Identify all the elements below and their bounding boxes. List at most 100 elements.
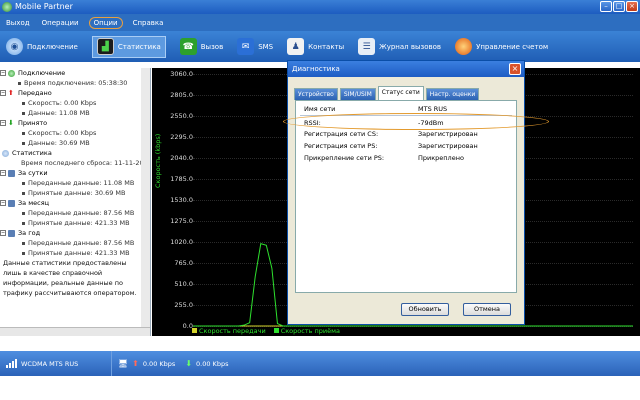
menu-options[interactable]: Опции bbox=[88, 16, 123, 29]
network-status: WCDMA MTS RUS bbox=[0, 351, 112, 376]
row-rssi: RSSI: -79dBm bbox=[304, 119, 444, 127]
refresh-button[interactable]: Обновить bbox=[401, 303, 449, 316]
window-title: Mobile Partner bbox=[15, 2, 73, 11]
menu-exit[interactable]: Выход bbox=[4, 18, 32, 28]
collapse-icon[interactable]: − bbox=[0, 200, 6, 206]
bullet-icon bbox=[22, 251, 25, 255]
network-status-pane: Имя сети MTS RUS RSSI: -79dBm Регистрация … bbox=[295, 100, 517, 293]
tree-statistics[interactable]: Статистика bbox=[0, 148, 150, 158]
toolbar-account-label: Управление счетом bbox=[476, 42, 549, 51]
network-name: WCDMA MTS RUS bbox=[21, 359, 79, 368]
tree-day-recv: Принятые данные: 30.69 MB bbox=[0, 188, 150, 198]
tree-received[interactable]: − ⬇ Принято bbox=[0, 118, 150, 128]
spacer bbox=[0, 376, 640, 400]
toolbar: ◉ Подключение ▟ Статистика ☎ Вызов ✉ SMS… bbox=[0, 31, 640, 62]
bullet-icon bbox=[22, 101, 25, 105]
disclaimer-line: информации, реальные данные по bbox=[3, 279, 123, 287]
tab-device[interactable]: Устройство bbox=[294, 88, 338, 100]
sms-icon: ✉ bbox=[237, 38, 255, 55]
toolbar-account[interactable]: Управление счетом bbox=[455, 36, 548, 58]
diagnostics-dialog: Диагностика × Устройство SIM/USIM Статус… bbox=[287, 60, 525, 325]
bullet-icon bbox=[22, 221, 25, 225]
toolbar-connection[interactable]: ◉ Подключение bbox=[6, 36, 78, 58]
menu-help[interactable]: Справка bbox=[131, 18, 166, 28]
tree-recv-speed: Скорость: 0.00 Kbps bbox=[0, 128, 150, 138]
download-arrow-icon: ⬇ bbox=[8, 118, 14, 127]
app-window: Mobile Partner – □ × Выход Операции Опци… bbox=[0, 0, 640, 345]
collapse-icon[interactable]: − bbox=[0, 70, 6, 76]
toolbar-contacts-label: Контакты bbox=[308, 42, 345, 51]
folder-icon bbox=[8, 169, 15, 177]
bullet-icon bbox=[22, 131, 25, 135]
download-arrow-icon: ⬇ bbox=[185, 359, 193, 368]
close-icon[interactable]: × bbox=[509, 63, 521, 75]
title-bar: Mobile Partner – □ × bbox=[0, 0, 640, 14]
phone-icon: ☎ bbox=[179, 38, 197, 55]
window-controls: – □ × bbox=[600, 1, 638, 12]
computer-icon: 🖥 bbox=[118, 359, 129, 368]
app-icon bbox=[2, 2, 12, 12]
bullet-icon bbox=[22, 181, 25, 185]
row-ps-registration: Регистрация сети PS: Зарегистрирован bbox=[304, 142, 478, 150]
maximize-icon[interactable]: □ bbox=[613, 1, 625, 12]
toolbar-statistics[interactable]: ▟ Статистика bbox=[91, 35, 166, 58]
connection-icon bbox=[8, 69, 15, 77]
collapse-icon[interactable]: − bbox=[0, 170, 6, 176]
upload-speed: 0.00 Kbps bbox=[142, 359, 176, 368]
collapse-icon[interactable]: − bbox=[0, 120, 6, 126]
bullet-icon bbox=[22, 141, 25, 145]
tree-sent[interactable]: − ⬆ Передано bbox=[0, 88, 150, 98]
chart-legend: Скорость передачи Скорость приёма bbox=[192, 327, 340, 335]
tree-month[interactable]: − За месяц bbox=[0, 198, 150, 208]
dialog-title: Диагностика bbox=[292, 65, 340, 73]
row-cs-registration: Регистрация сети CS: Зарегистрирован bbox=[304, 130, 478, 138]
globe-icon: ◉ bbox=[6, 38, 23, 55]
signal-strength-icon bbox=[6, 359, 17, 368]
toolbar-contacts[interactable]: ♟ Контакты bbox=[287, 36, 344, 58]
statistics-disclaimer: Данные статистики предоставлены лишь в к… bbox=[0, 258, 150, 298]
close-icon[interactable]: × bbox=[626, 1, 638, 12]
disclaimer-line: Данные статистики предоставлены bbox=[3, 259, 127, 267]
legend-swatch bbox=[273, 328, 279, 333]
toolbar-call[interactable]: ☎ Вызов bbox=[179, 36, 224, 58]
call-log-icon: ☰ bbox=[358, 38, 376, 55]
upload-arrow-icon: ⬆ bbox=[132, 359, 139, 368]
toolbar-sms-label: SMS bbox=[258, 42, 274, 51]
collapse-icon[interactable]: − bbox=[0, 90, 6, 96]
contacts-icon: ♟ bbox=[287, 38, 305, 55]
cancel-button[interactable]: Отмена bbox=[463, 303, 511, 316]
tree-day-sent: Переданные данные: 11.08 MB bbox=[0, 178, 150, 188]
bullet-icon bbox=[18, 81, 21, 85]
toolbar-statistics-label: Статистика bbox=[117, 42, 161, 51]
bullet-icon bbox=[22, 241, 25, 245]
bullet-icon bbox=[22, 211, 25, 215]
tree-year[interactable]: − За год bbox=[0, 228, 150, 238]
row-ps-attach: Прикрепление сети PS: Прикреплено bbox=[304, 154, 464, 162]
tree-horizontal-scrollbar[interactable] bbox=[0, 327, 150, 336]
folder-icon bbox=[8, 229, 15, 237]
minimize-icon[interactable]: – bbox=[600, 1, 612, 12]
toolbar-call-label: Вызов bbox=[200, 42, 224, 51]
bullet-icon bbox=[22, 111, 25, 115]
tree-vertical-scrollbar[interactable] bbox=[141, 68, 150, 327]
tab-settings[interactable]: Настр. оценки bbox=[425, 88, 480, 100]
tab-sim[interactable]: SIM/USIM bbox=[339, 88, 376, 100]
tree-year-sent: Переданные данные: 87.56 MB bbox=[0, 238, 150, 248]
toolbar-sms[interactable]: ✉ SMS bbox=[237, 36, 273, 58]
bullet-icon bbox=[22, 191, 25, 195]
legend-swatch bbox=[192, 328, 197, 333]
tree-day[interactable]: − За сутки bbox=[0, 168, 150, 178]
tree-connection[interactable]: − Подключение bbox=[0, 68, 150, 78]
menu-operations[interactable]: Операции bbox=[40, 18, 81, 28]
download-speed: 0.00 Kbps bbox=[196, 359, 229, 368]
collapse-icon[interactable]: − bbox=[0, 230, 6, 236]
status-bar: WCDMA MTS RUS 🖥 ⬆ 0.00 Kbps ⬇ 0.00 Kbps bbox=[0, 351, 640, 376]
toolbar-call-log[interactable]: ☰ Журнал вызовов bbox=[358, 36, 441, 58]
tree-year-recv: Принятые данные: 421.33 MB bbox=[0, 248, 150, 258]
tree-month-recv: Принятые данные: 421.33 MB bbox=[0, 218, 150, 228]
tab-network-status[interactable]: Статус сети bbox=[377, 86, 424, 100]
statistics-icon bbox=[2, 149, 9, 157]
legend-item-upload: Скорость передачи bbox=[192, 327, 266, 335]
row-divider bbox=[300, 115, 512, 116]
disclaimer-line: трафику рассчитываются оператором. bbox=[3, 289, 137, 297]
